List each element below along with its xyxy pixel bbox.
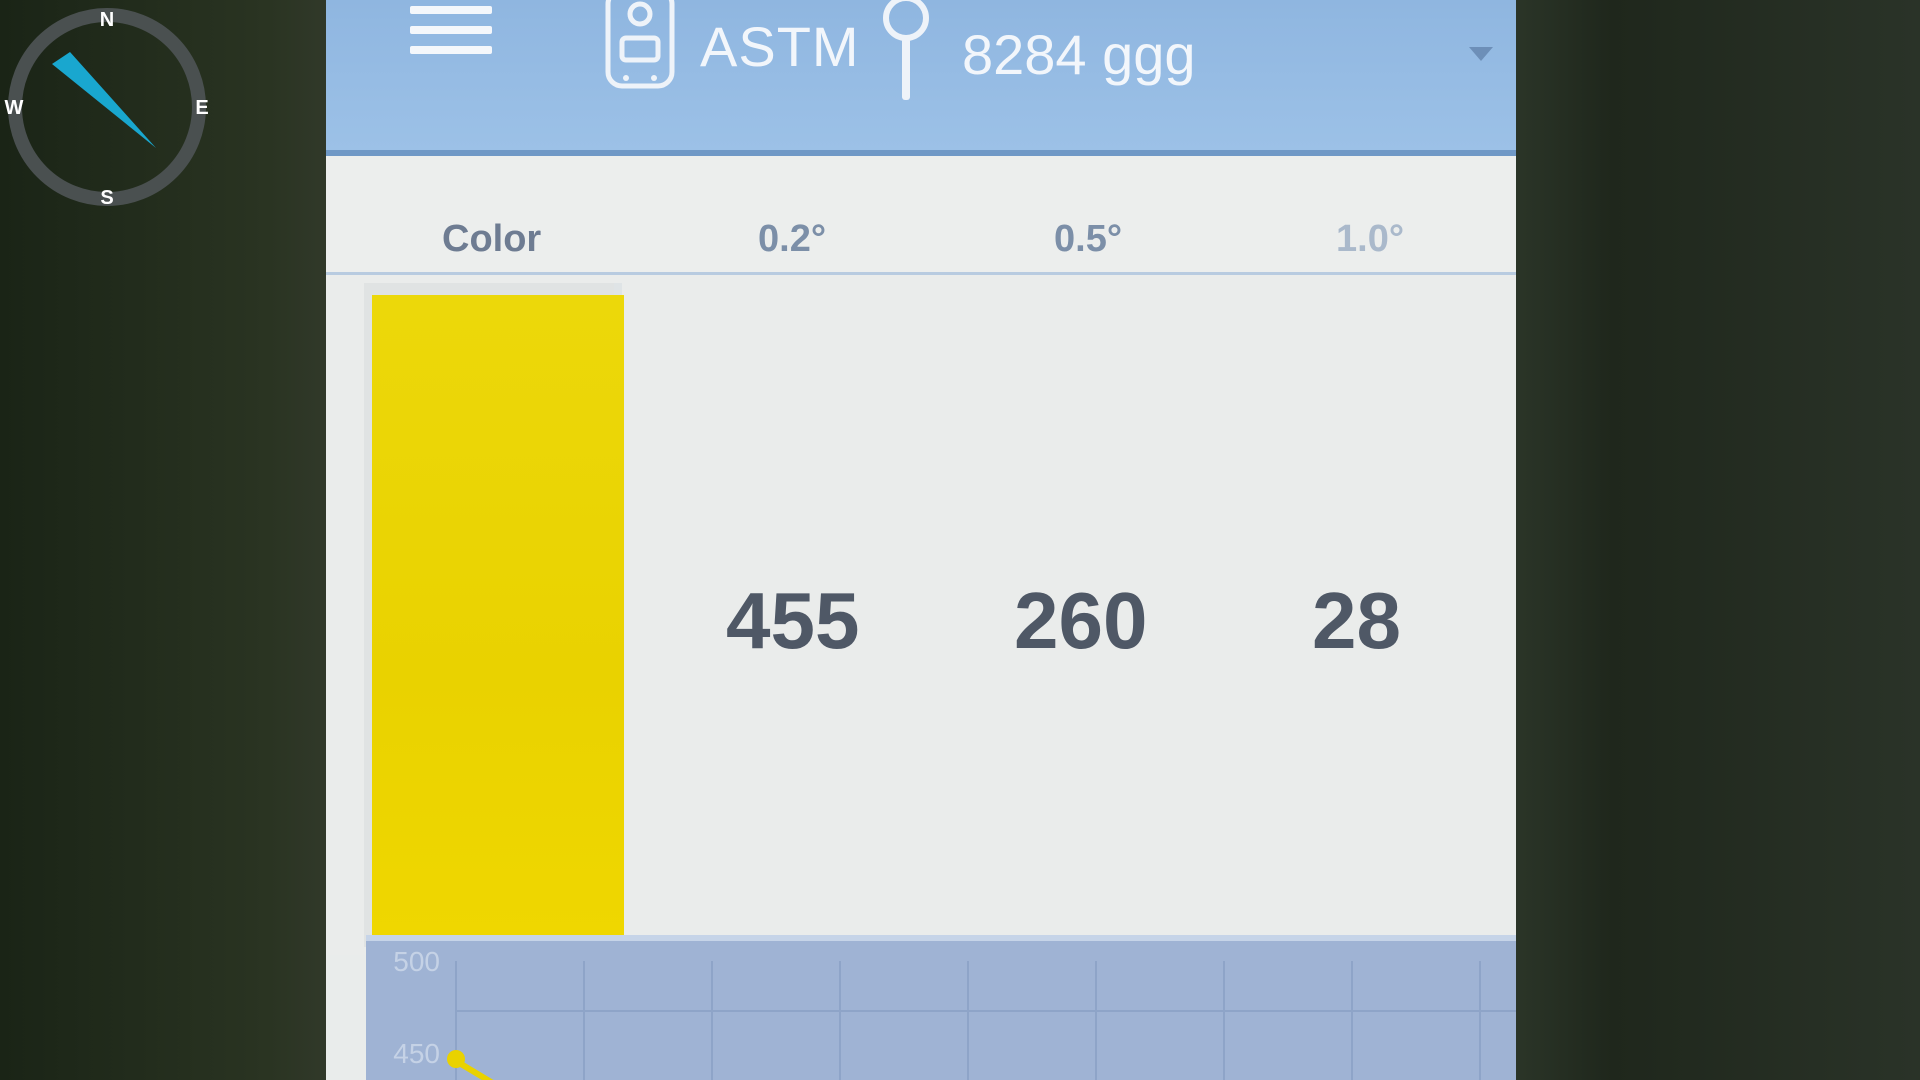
compass-south: S [100,187,113,209]
compass-east: E [195,97,208,119]
location-pin-icon [883,0,929,100]
trend-data-point [447,1050,465,1068]
compass-west: W [5,97,24,119]
header-color: Color [442,218,542,260]
header-angle-0-2: 0.2° [758,218,827,260]
value-angle-0-5: 260 [1014,576,1148,665]
value-angle-1-0: 28 [1312,576,1401,665]
photo-frame: N S E W ASTM 8284 ggg Color 0.2° 0.5° 1.… [0,0,1920,1080]
instrument-icon [605,0,675,89]
compass-icon: N S E W [5,8,209,209]
location-label[interactable]: 8284 ggg [962,22,1196,87]
y-tick-label: 450 [393,1038,440,1069]
measurement-mode-label[interactable]: ASTM [700,14,860,79]
table-row: 455 260 28 [326,275,1516,955]
y-tick-label: 500 [393,946,440,977]
device-bezel [1480,0,1920,1080]
device-screen: ASTM 8284 ggg Color 0.2° 0.5° 1.0° 455 2… [326,0,1516,1080]
compass-north: N [100,9,114,31]
trend-chart-plot: 500 450 [393,946,1516,1080]
header-angle-0-5: 0.5° [1054,218,1123,260]
color-swatch [372,295,624,935]
top-app-bar: ASTM 8284 ggg [326,0,1516,156]
trend-chart: 500 450 [366,935,1516,1080]
value-angle-0-2: 455 [726,576,860,665]
table-header-row: Color 0.2° 0.5° 1.0° [326,156,1516,275]
hamburger-menu-icon[interactable] [410,6,492,68]
dropdown-arrow-icon[interactable] [1469,47,1493,63]
header-angle-1-0: 1.0° [1336,218,1405,260]
